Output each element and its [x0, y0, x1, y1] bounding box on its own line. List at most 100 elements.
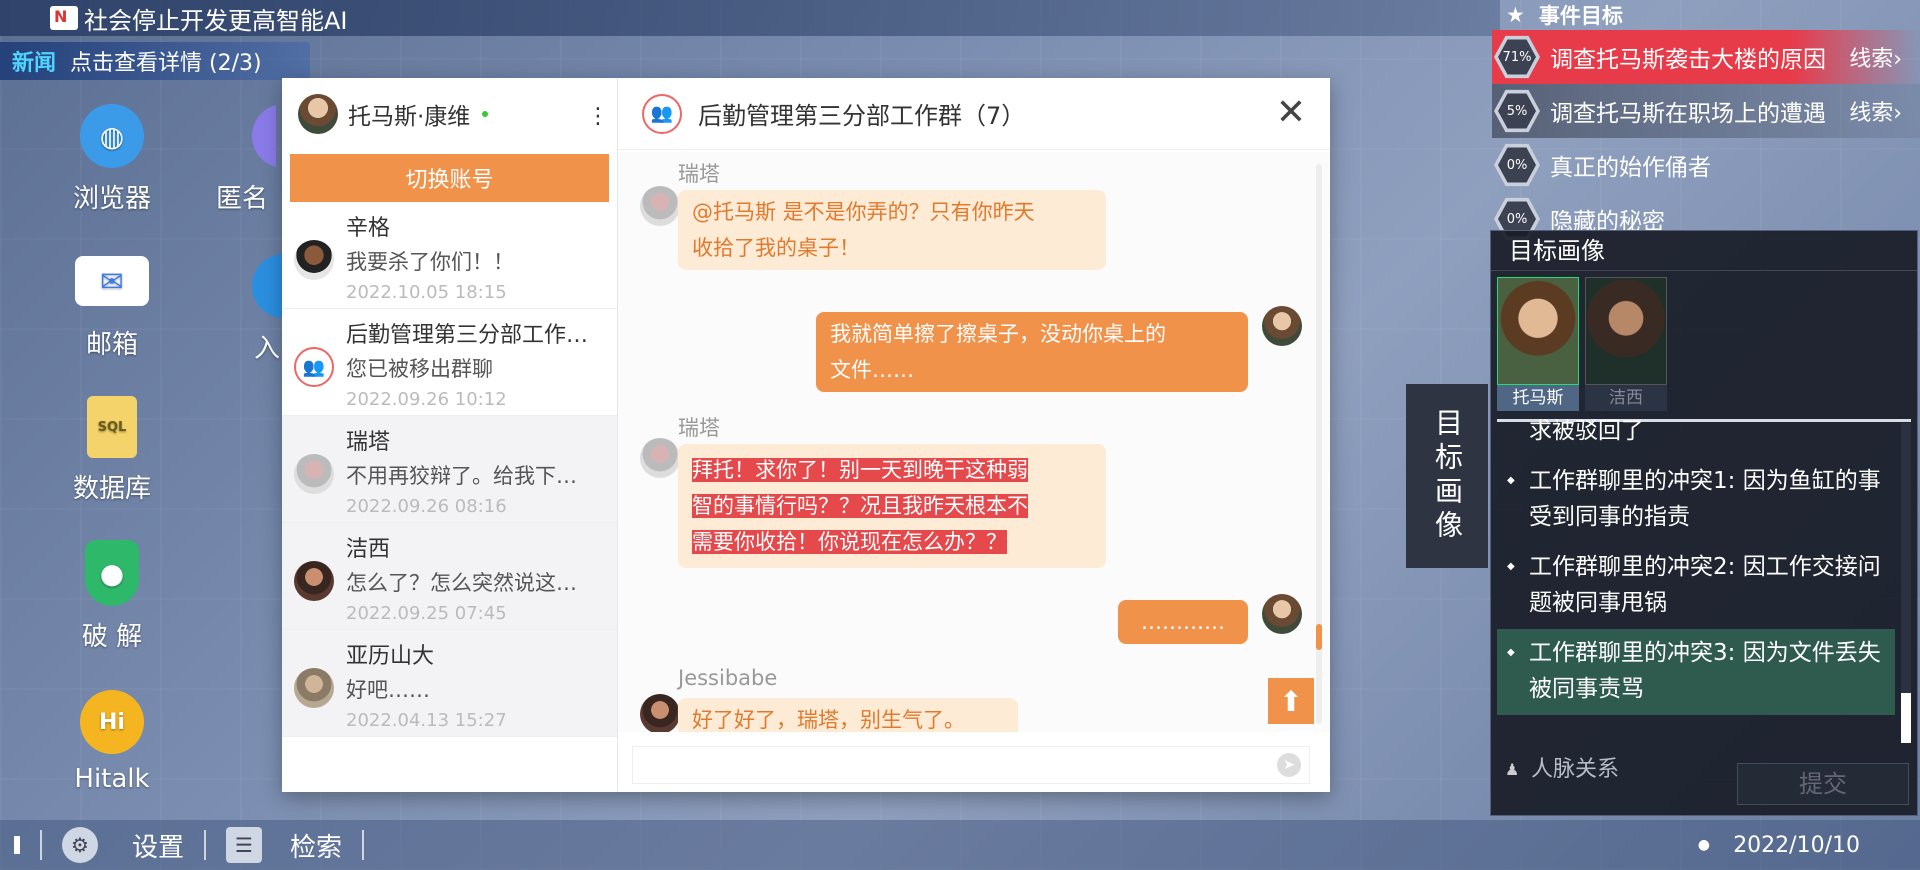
- character-portrait: [1497, 277, 1579, 385]
- message-line: 文件……: [830, 358, 914, 382]
- desktop-icon-database[interactable]: SQL 数据库: [42, 396, 182, 505]
- contact-last-message: 您已被移出群聊: [346, 357, 493, 381]
- goal-progress: 0%: [1498, 147, 1536, 183]
- account-header: 托马斯·康维: [282, 78, 617, 150]
- close-icon[interactable]: ✕: [1276, 92, 1306, 133]
- message: 瑞塔 @托马斯 是不是你弄的？只有你昨天 收拾了我的桌子！: [628, 158, 1106, 270]
- clue-notes-list[interactable]: 求被驳回了 工作群聊里的冲突1: 因为鱼缸的事受到同事的指责 工作群聊里的冲突2…: [1497, 419, 1895, 749]
- taskbar-date: 2022/10/10: [1733, 832, 1860, 858]
- desktop-icon-mail[interactable]: ✉ 邮箱: [42, 256, 182, 361]
- globe-icon: ◍: [80, 104, 144, 168]
- avatar: [294, 668, 334, 708]
- goal-clue-link[interactable]: 线索›: [1849, 41, 1902, 73]
- contact-list-panel: 托马斯·康维 ⋮ 切换账号 辛格 我要杀了你们！！ 2022.10.05 18:…: [282, 78, 618, 792]
- goal-clue-link[interactable]: 线索›: [1849, 95, 1902, 127]
- goal-item[interactable]: 5% 调查托马斯在职场上的遭遇 线索›: [1492, 84, 1920, 138]
- message-input[interactable]: ➤: [632, 746, 1310, 784]
- avatar: [298, 94, 338, 134]
- message-bubble: …………: [1118, 600, 1248, 644]
- notes-scrollbar[interactable]: [1901, 423, 1911, 743]
- divider: [204, 830, 207, 860]
- contact-time: 2022.04.13 15:27: [346, 710, 507, 731]
- taskbar: ⚙ 设置 ☰ 检索 ● 2022/10/10: [0, 820, 1920, 870]
- message: Jessibabe 好了好了，瑞塔，别生气了。: [628, 666, 1018, 732]
- contact-item[interactable]: 👥 后勤管理第三分部工作… 您已被移出群聊 2022.09.26 10:12: [282, 309, 617, 416]
- avatar: [1262, 306, 1302, 346]
- goal-item[interactable]: 0% 真正的始作俑者: [1492, 138, 1920, 192]
- relations-tab[interactable]: 人脉关系: [1497, 755, 1619, 785]
- desktop-icon-label: 破 解: [81, 622, 143, 652]
- contact-name: 后勤管理第三分部工作…: [346, 323, 589, 348]
- portrait-jessie[interactable]: 洁西: [1585, 277, 1667, 411]
- goal-progress: 71%: [1498, 39, 1536, 75]
- message: 瑞塔 拜托！求你了！别一天到晚干这种弱 智的事情行吗？？况且我昨天根本不 需要你…: [628, 412, 1106, 568]
- message-sender: 瑞塔: [678, 162, 720, 186]
- message-line: 拜托！求你了！别一天到晚干这种弱: [692, 458, 1028, 482]
- more-options-icon[interactable]: ⋮: [587, 104, 609, 129]
- list-search-icon: ☰: [226, 827, 263, 863]
- desktop-icon-hitalk[interactable]: Hi Hitalk: [42, 690, 182, 794]
- contact-time: 2022.09.25 07:45: [346, 603, 507, 624]
- submit-button[interactable]: 提交: [1737, 763, 1909, 805]
- send-icon[interactable]: ➤: [1277, 753, 1301, 777]
- message-line: 智的事情行吗？？况且我昨天根本不: [692, 494, 1028, 518]
- contact-item[interactable]: 亚历山大 好吧…… 2022.04.13 15:27: [282, 630, 617, 737]
- search-button[interactable]: ☰ 检索: [226, 827, 342, 864]
- desktop-icon-label: Hitalk: [74, 764, 150, 794]
- message-list[interactable]: 瑞塔 @托马斯 是不是你弄的？只有你昨天 收拾了我的桌子！ 我就简单擦了擦桌子，…: [618, 152, 1330, 732]
- contact-name: 亚历山大: [346, 644, 435, 669]
- chat-scrollbar[interactable]: [1316, 164, 1322, 724]
- avatar: [294, 240, 334, 280]
- message-line: 我就简单擦了擦桌子，没动你桌上的: [830, 322, 1166, 346]
- news-headline-bar[interactable]: 社会停止开发更高智能AI: [0, 0, 1500, 36]
- event-goals-panel: ★ 事件目标 71% 调查托马斯袭击大楼的原因 线索› 5% 调查托马斯在职场上…: [1492, 0, 1920, 246]
- mail-icon: ✉: [75, 256, 149, 306]
- news-ticker[interactable]: 新闻 点击查看详情 (2/3): [0, 42, 310, 80]
- message-line: 需要你收拾！你说现在怎么办？？: [692, 530, 1007, 554]
- desktop-icon-browser[interactable]: ◍ 浏览器: [42, 104, 182, 215]
- portrait-name: 洁西: [1585, 385, 1667, 411]
- switch-account-button[interactable]: 切换账号: [290, 154, 609, 202]
- target-portrait-tab[interactable]: 目标画像: [1406, 384, 1488, 568]
- contact-time: 2022.10.05 18:15: [346, 282, 507, 303]
- settings-button[interactable]: ⚙ 设置: [62, 827, 184, 864]
- blue-app-icon: [252, 254, 282, 318]
- desktop-icon-label: 邮箱: [85, 330, 138, 360]
- star-icon: ★: [1506, 3, 1525, 27]
- scrollbar-thumb[interactable]: [1316, 624, 1322, 650]
- portrait-thomas[interactable]: 托马斯: [1497, 277, 1579, 411]
- avatar: [1262, 594, 1302, 634]
- search-label: 检索: [290, 832, 343, 863]
- clue-note: 求被驳回了: [1529, 419, 1644, 444]
- contact-name: 瑞塔: [346, 430, 391, 455]
- message-bubble: 拜托！求你了！别一天到晚干这种弱 智的事情行吗？？况且我昨天根本不 需要你收拾！…: [678, 444, 1106, 568]
- hitalk-icon: Hi: [80, 690, 144, 754]
- message-bubble: 我就简单擦了擦桌子，没动你桌上的 文件……: [816, 312, 1248, 392]
- contact-time: 2022.09.26 10:12: [346, 389, 507, 410]
- progress-hex-icon: 71%: [1494, 35, 1540, 79]
- contact-item[interactable]: 辛格 我要杀了你们！！ 2022.10.05 18:15: [282, 202, 617, 309]
- avatar: [294, 454, 334, 494]
- desktop-icon-anonymous[interactable]: 匿名: [216, 104, 276, 215]
- portrait-name: 托马斯: [1497, 385, 1579, 411]
- contact-item[interactable]: 洁西 怎么了？怎么突然说这… 2022.09.25 07:45: [282, 523, 617, 630]
- scroll-to-top-button[interactable]: ⬆: [1268, 678, 1314, 724]
- goal-item[interactable]: 71% 调查托马斯袭击大楼的原因 线索›: [1492, 30, 1920, 84]
- panel-title: 目标画像: [1491, 231, 1917, 271]
- desktop-icon-crack[interactable]: ● 破 解: [42, 540, 182, 653]
- news-headline: 社会停止开发更高智能AI: [84, 6, 348, 35]
- news-tag: 新闻: [12, 51, 57, 76]
- scrollbar-thumb[interactable]: [1901, 693, 1911, 743]
- character-portrait: [1585, 277, 1667, 385]
- contact-name: 辛格: [346, 216, 391, 241]
- desktop-icon-partial[interactable]: 入: [236, 254, 282, 365]
- goal-progress: 5%: [1498, 93, 1536, 129]
- news-detail-link[interactable]: 点击查看详情 (2/3): [70, 45, 262, 77]
- contact-item[interactable]: 瑞塔 不用再狡辩了。给我下… 2022.09.26 08:16: [282, 416, 617, 523]
- message-sender: Jessibabe: [678, 666, 778, 690]
- settings-label: 设置: [132, 832, 185, 863]
- taskbar-handle: [14, 836, 20, 854]
- group-chat-icon: 👥: [294, 347, 334, 387]
- goal-text: 调查托马斯袭击大楼的原因: [1550, 47, 1826, 73]
- gear-icon: ⚙: [62, 827, 98, 863]
